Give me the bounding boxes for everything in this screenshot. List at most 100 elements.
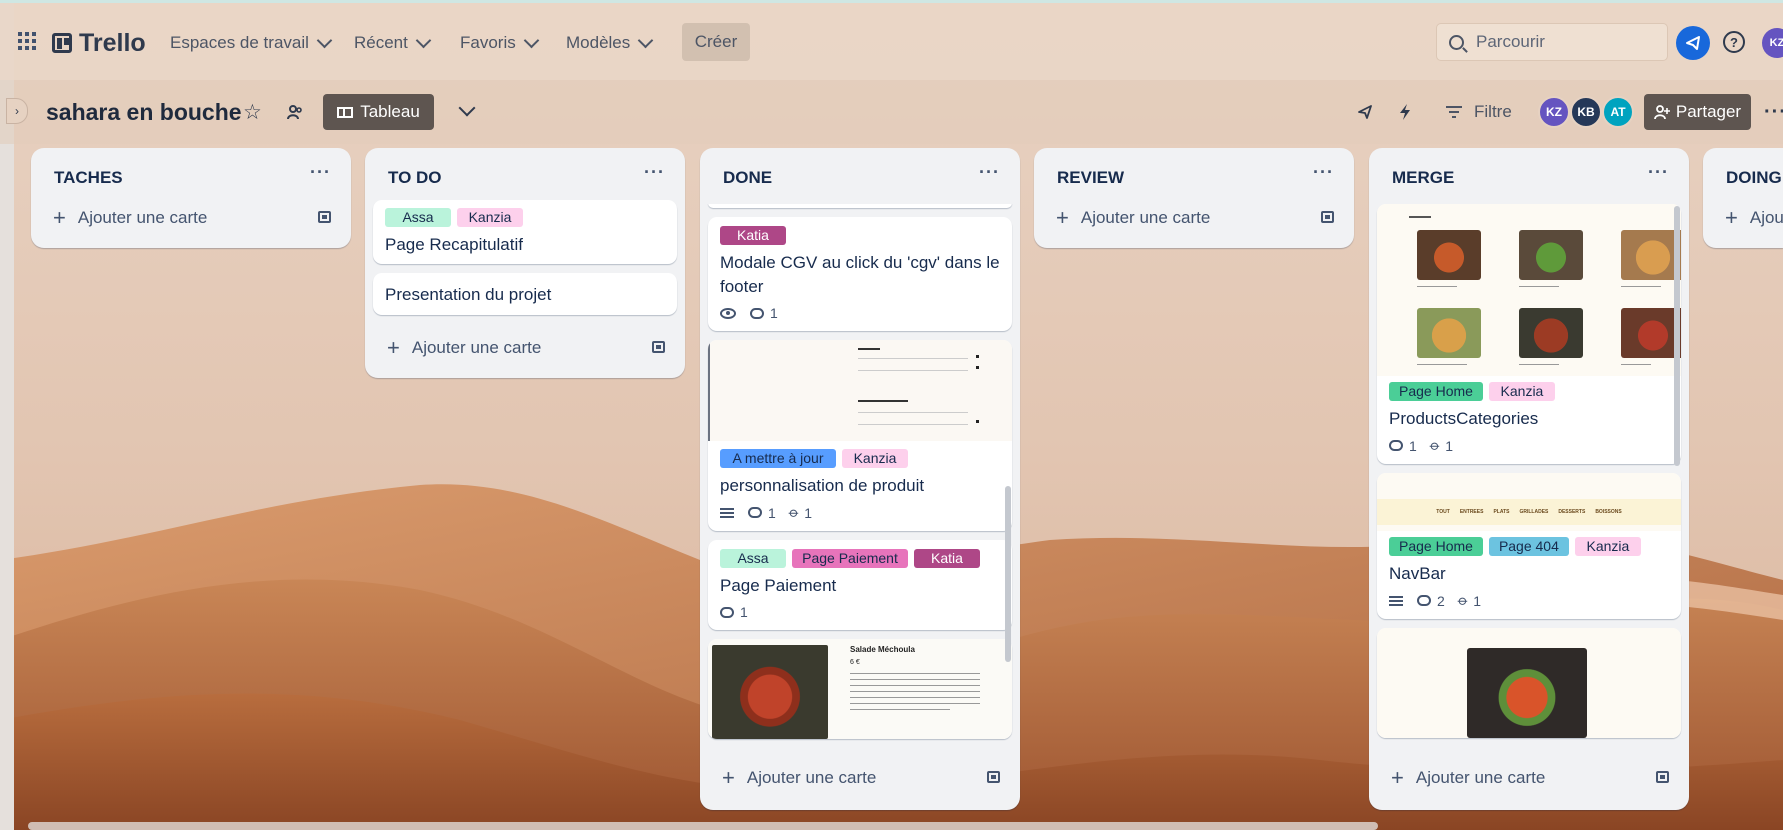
card-label: Katia bbox=[914, 549, 980, 568]
card-title: ProductsCategories bbox=[1389, 409, 1539, 428]
trello-logo[interactable]: Trello bbox=[52, 25, 146, 61]
comments-count: 1 bbox=[770, 305, 778, 321]
card-presentation-du-projet[interactable]: Presentation du projet bbox=[373, 273, 677, 315]
card-personnalisation-de-produit[interactable]: A mettre à jour Kanzia personnalisation … bbox=[708, 340, 1012, 531]
megaphone-icon bbox=[1686, 36, 1700, 50]
star-icon[interactable]: ☆ bbox=[243, 94, 262, 130]
board-menu-more-icon[interactable]: ··· bbox=[1764, 94, 1783, 130]
attachments-badge: ⌀ 1 bbox=[786, 504, 813, 521]
card-label: Katia bbox=[720, 226, 786, 245]
member-avatar[interactable]: KZ bbox=[1538, 96, 1570, 128]
food-photo bbox=[1417, 230, 1481, 280]
list-taches: TACHES ··· + Ajouter une carte bbox=[31, 148, 351, 248]
list-scrollbar[interactable] bbox=[1674, 206, 1680, 466]
list-menu-icon[interactable]: ··· bbox=[979, 162, 1000, 183]
share-button[interactable]: Partager bbox=[1644, 94, 1751, 130]
card-navbar[interactable]: TOUT ENTREES PLATS GRILLADES DESSERTS BO… bbox=[1377, 473, 1681, 619]
list-title[interactable]: MERGE bbox=[1392, 168, 1454, 188]
app-switcher-icon[interactable] bbox=[18, 32, 36, 50]
card-modale-cgv[interactable]: Katia Modale CGV au click du 'cgv' dans … bbox=[708, 217, 1012, 331]
card-salade-mechoula[interactable]: Salade Méchoula 6 € bbox=[708, 639, 1012, 739]
list-title[interactable]: DONE bbox=[723, 168, 772, 188]
add-card-label: Ajouter une carte bbox=[411, 338, 542, 357]
visibility-icon[interactable] bbox=[286, 94, 304, 130]
comments-badge: 1 bbox=[750, 305, 778, 321]
member-avatar[interactable]: AT bbox=[1602, 96, 1634, 128]
card-template-icon[interactable] bbox=[652, 341, 665, 353]
add-card-button[interactable]: + Ajou bbox=[1703, 194, 1783, 242]
add-card-button[interactable]: + Ajouter une carte bbox=[1369, 754, 1689, 802]
menu-templates[interactable]: Modèles bbox=[566, 25, 654, 61]
cover-dish-price: 6 € bbox=[850, 659, 860, 666]
board-horizontal-scrollbar[interactable] bbox=[28, 822, 1378, 830]
list-title[interactable]: TO DO bbox=[388, 168, 442, 188]
plus-icon: + bbox=[53, 205, 66, 230]
card-partial-scrolled[interactable] bbox=[708, 204, 1012, 208]
card-template-icon[interactable] bbox=[1656, 771, 1669, 783]
card-title: personnalisation de produit bbox=[720, 476, 925, 495]
add-card-button[interactable]: + Ajouter une carte bbox=[31, 194, 351, 242]
chevron-down-icon bbox=[523, 32, 540, 49]
attachments-count: 1 bbox=[804, 504, 813, 521]
card-soup-cover[interactable] bbox=[1377, 628, 1681, 738]
description-icon bbox=[1389, 595, 1403, 606]
help-icon[interactable]: ? bbox=[1723, 31, 1745, 53]
card-cover-image bbox=[708, 340, 1012, 441]
user-avatar[interactable]: KZ bbox=[1762, 28, 1783, 58]
card-label: Kanzia bbox=[842, 449, 908, 468]
comment-icon bbox=[1389, 440, 1403, 451]
automation-icon[interactable] bbox=[1398, 94, 1412, 130]
views-dropdown-chevron-icon[interactable] bbox=[458, 99, 476, 117]
add-card-button[interactable]: + Ajouter une carte bbox=[365, 324, 685, 372]
board-view-label: Tableau bbox=[360, 102, 420, 121]
list-review: REVIEW ··· + Ajouter une carte bbox=[1034, 148, 1354, 248]
menu-recent[interactable]: Récent bbox=[354, 25, 432, 61]
card-label: Assa bbox=[720, 549, 786, 568]
menu-recent-label: Récent bbox=[354, 33, 408, 52]
list-menu-icon[interactable]: ··· bbox=[1648, 162, 1669, 183]
nav-item: DESSERTS bbox=[1558, 509, 1586, 515]
card-page-paiement[interactable]: Assa Page Paiement Katia Page Paiement 1 bbox=[708, 540, 1012, 630]
list-menu-icon[interactable]: ··· bbox=[1313, 162, 1334, 183]
menu-favorites-label: Favoris bbox=[460, 33, 516, 52]
card-page-recapitulatif[interactable]: Assa Kanzia Page Recapitulatif bbox=[373, 200, 677, 264]
card-template-icon[interactable] bbox=[1321, 211, 1334, 223]
add-member-icon bbox=[1653, 105, 1670, 120]
list-title[interactable]: TACHES bbox=[54, 168, 123, 188]
nav-item: PLATS bbox=[1493, 509, 1510, 515]
food-photo bbox=[1621, 230, 1681, 280]
list-scrollbar[interactable] bbox=[1005, 486, 1011, 662]
card-label: Page 404 bbox=[1488, 537, 1569, 556]
comment-icon bbox=[750, 307, 764, 319]
list-menu-icon[interactable]: ··· bbox=[644, 162, 665, 183]
menu-workspaces-label: Espaces de travail bbox=[170, 33, 309, 52]
add-card-label: Ajouter une carte bbox=[1080, 208, 1211, 227]
nav-item: TOUT bbox=[1436, 509, 1450, 515]
card-template-icon[interactable] bbox=[987, 771, 1000, 783]
menu-workspaces[interactable]: Espaces de travail bbox=[170, 25, 333, 61]
card-label: A mettre à jour bbox=[720, 449, 836, 468]
menu-favorites[interactable]: Favoris bbox=[460, 25, 540, 61]
card-products-categories[interactable]: Page Home Kanzia ProductsCategories 1 ⌀ 1 bbox=[1377, 204, 1681, 464]
add-card-button[interactable]: + Ajouter une carte bbox=[700, 754, 1020, 802]
food-photo bbox=[1467, 648, 1587, 738]
plus-icon: + bbox=[1725, 205, 1738, 230]
filter-button[interactable]: Filtre bbox=[1446, 94, 1512, 130]
sidebar-expand-icon[interactable]: › bbox=[6, 98, 28, 124]
comments-badge: 2 bbox=[1417, 593, 1445, 609]
list-title[interactable]: REVIEW bbox=[1057, 168, 1124, 188]
list-menu-icon[interactable]: ··· bbox=[310, 162, 331, 183]
list-title[interactable]: DOING bbox=[1726, 168, 1782, 188]
plus-icon: + bbox=[722, 765, 735, 790]
card-template-icon[interactable] bbox=[318, 211, 331, 223]
search-input[interactable]: Parcourir bbox=[1436, 23, 1668, 61]
menu-templates-label: Modèles bbox=[566, 33, 631, 52]
board-title[interactable]: sahara en bouche bbox=[46, 94, 242, 130]
power-ups-icon[interactable] bbox=[1357, 94, 1373, 130]
board-view-button[interactable]: Tableau bbox=[323, 94, 434, 130]
add-card-button[interactable]: + Ajouter une carte bbox=[1034, 194, 1354, 242]
notifications-button[interactable] bbox=[1676, 26, 1710, 60]
top-navigation-bar: Trello Espaces de travail Récent Favoris… bbox=[0, 0, 1783, 80]
member-avatar[interactable]: KB bbox=[1570, 96, 1602, 128]
create-button[interactable]: Créer bbox=[682, 23, 750, 61]
